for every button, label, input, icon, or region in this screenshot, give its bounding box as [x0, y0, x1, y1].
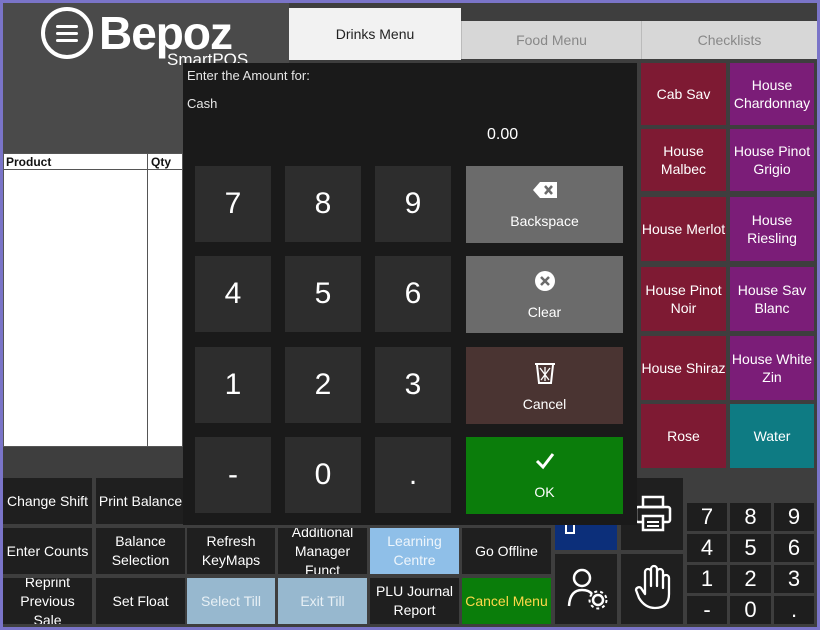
- dialog-key-minus[interactable]: -: [195, 437, 271, 513]
- dialog-key-3[interactable]: 3: [375, 347, 451, 423]
- dialog-key-6[interactable]: 6: [375, 256, 451, 332]
- numpad-key-dot[interactable]: .: [774, 596, 814, 624]
- enter-counts-button[interactable]: Enter Counts: [3, 528, 92, 574]
- go-offline-button[interactable]: Go Offline: [462, 528, 551, 574]
- tab-food-menu[interactable]: Food Menu: [461, 21, 641, 59]
- dialog-key-4[interactable]: 4: [195, 256, 271, 332]
- column-divider: [147, 154, 148, 446]
- cancel-label: Cancel: [522, 395, 567, 412]
- product-house-pinot-noir[interactable]: House Pinot Noir: [641, 267, 726, 331]
- checkmark-icon: [535, 452, 554, 469]
- ok-label: OK: [534, 483, 555, 500]
- user-settings-button[interactable]: [555, 554, 617, 624]
- numpad-key-8[interactable]: 8: [730, 503, 771, 531]
- numpad-key-7[interactable]: 7: [687, 503, 727, 531]
- reprint-previous-sale-button[interactable]: Reprint Previous Sale: [3, 578, 92, 624]
- amount-display: 0.00: [487, 126, 519, 143]
- backspace-label: Backspace: [510, 212, 579, 229]
- refresh-keymaps-button[interactable]: Refresh KeyMaps: [187, 528, 275, 574]
- cancel-menu-button[interactable]: Cancel Menu: [462, 578, 551, 624]
- learning-centre-button[interactable]: Learning Centre: [370, 528, 459, 574]
- tab-drinks-menu[interactable]: Drinks Menu: [289, 8, 461, 60]
- product-house-shiraz[interactable]: House Shiraz: [641, 336, 726, 400]
- tab-checklists[interactable]: Checklists: [641, 21, 817, 59]
- numpad-key-0[interactable]: 0: [730, 596, 771, 624]
- numpad-key-6[interactable]: 6: [774, 534, 814, 562]
- select-till-button[interactable]: Select Till: [187, 578, 275, 624]
- menu-icon[interactable]: [41, 7, 93, 59]
- product-rose[interactable]: Rose: [641, 404, 726, 468]
- numpad-key-5[interactable]: 5: [730, 534, 771, 562]
- dialog-key-0[interactable]: 0: [285, 437, 361, 513]
- column-qty: Qty: [151, 155, 172, 169]
- cancel-button[interactable]: Cancel: [466, 347, 623, 424]
- column-product: Product: [6, 155, 52, 169]
- backspace-button[interactable]: Backspace: [466, 166, 623, 243]
- hand-icon: [634, 564, 671, 610]
- balance-selection-button[interactable]: Balance Selection: [96, 528, 185, 574]
- dialog-prompt: Enter the Amount for:: [187, 68, 310, 83]
- product-house-sav-blanc[interactable]: House Sav Blanc: [730, 267, 814, 331]
- numpad-key-minus[interactable]: -: [687, 596, 727, 624]
- change-shift-button[interactable]: Change Shift: [3, 478, 92, 524]
- order-list-header: Product Qty: [4, 154, 182, 170]
- clear-icon: [534, 270, 555, 291]
- exit-till-button[interactable]: Exit Till: [278, 578, 367, 624]
- amount-entry-dialog: Enter the Amount for: Cash 0.00 7 8 9 4 …: [183, 63, 637, 525]
- dialog-key-5[interactable]: 5: [285, 256, 361, 332]
- product-house-pinot-grigio[interactable]: House Pinot Grigio: [730, 129, 814, 191]
- tender-name: Cash: [187, 96, 218, 111]
- product-house-riesling[interactable]: House Riesling: [730, 197, 814, 261]
- hold-button[interactable]: [621, 554, 683, 624]
- plu-journal-report-button[interactable]: PLU Journal Report: [370, 578, 459, 624]
- user-gear-icon: [567, 568, 608, 610]
- product-house-chardonnay[interactable]: House Chardonnay: [730, 63, 814, 125]
- printer-icon: [634, 495, 672, 532]
- numpad-key-2[interactable]: 2: [730, 565, 771, 593]
- ok-button[interactable]: OK: [466, 437, 623, 514]
- dialog-key-8[interactable]: 8: [285, 166, 361, 242]
- set-float-button[interactable]: Set Float: [96, 578, 185, 624]
- product-house-white-zin[interactable]: House White Zin: [730, 336, 814, 400]
- product-cab-sav[interactable]: Cab Sav: [641, 63, 726, 125]
- trash-icon: [534, 362, 555, 384]
- clear-label: Clear: [527, 303, 562, 320]
- dialog-key-2[interactable]: 2: [285, 347, 361, 423]
- product-house-malbec[interactable]: House Malbec: [641, 129, 726, 191]
- clear-button[interactable]: Clear: [466, 256, 623, 333]
- numpad-key-4[interactable]: 4: [687, 534, 727, 562]
- product-water[interactable]: Water: [730, 404, 814, 468]
- backspace-icon: [532, 181, 557, 198]
- dialog-key-9[interactable]: 9: [375, 166, 451, 242]
- numpad-key-9[interactable]: 9: [774, 503, 814, 531]
- numpad-key-1[interactable]: 1: [687, 565, 727, 593]
- print-balance-button[interactable]: Print Balance: [96, 478, 185, 524]
- product-house-merlot[interactable]: House Merlot: [641, 197, 726, 261]
- dialog-key-7[interactable]: 7: [195, 166, 271, 242]
- dialog-key-1[interactable]: 1: [195, 347, 271, 423]
- additional-manager-functions-button[interactable]: Additional Manager Funct: [278, 528, 367, 574]
- dialog-key-dot[interactable]: .: [375, 437, 451, 513]
- numpad-key-3[interactable]: 3: [774, 565, 814, 593]
- order-list[interactable]: Product Qty: [3, 153, 183, 447]
